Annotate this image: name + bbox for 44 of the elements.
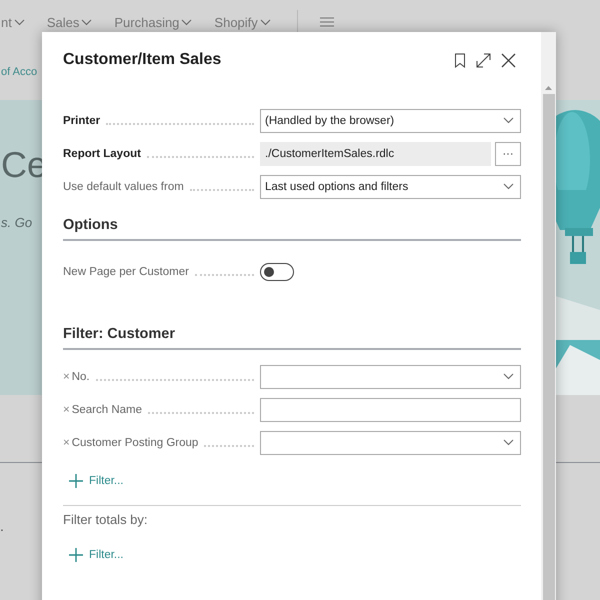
add-filter-link[interactable]: Filter...	[63, 541, 124, 569]
section-heading: Filter: Customer	[63, 326, 521, 350]
field-label: Report Layout	[63, 148, 141, 160]
page-text: .	[0, 518, 4, 534]
field-label: New Page per Customer	[63, 266, 189, 278]
field-label: Use default values from	[63, 180, 184, 192]
nav-menu-item[interactable]: Shopify	[214, 14, 271, 30]
menu-icon[interactable]	[320, 17, 334, 27]
nav-menu-item[interactable]: nt	[1, 14, 25, 30]
field-label: No.	[72, 370, 90, 382]
dropdown-field[interactable]: Last used options and filters	[260, 174, 521, 198]
chevron-down-icon	[260, 18, 271, 26]
plus-icon	[69, 548, 83, 562]
chevron-down-icon	[81, 18, 92, 26]
chevron-down-icon	[503, 373, 514, 380]
field-label: Customer Posting Group	[72, 436, 198, 448]
nav-menu-item[interactable]: Purchasing	[114, 14, 192, 30]
scroll-up-icon[interactable]	[545, 86, 552, 90]
nav-menu-item[interactable]: Sales	[46, 14, 92, 30]
more-button[interactable]: ···	[495, 142, 521, 166]
dialog-title: Customer/Item Sales	[63, 51, 222, 69]
remove-filter-button[interactable]: ×	[63, 404, 72, 416]
add-filter-link[interactable]: Filter...	[63, 467, 124, 495]
remove-filter-button[interactable]: ×	[63, 436, 72, 448]
section-heading: Options	[63, 217, 521, 241]
readonly-field: ./CustomerItemSales.rdlc	[260, 142, 491, 166]
hero-text: s. Go	[1, 215, 32, 230]
chevron-down-icon	[503, 183, 514, 190]
toggle-switch[interactable]	[260, 262, 294, 280]
chevron-down-icon	[14, 18, 25, 26]
field-label: Search Name	[72, 404, 142, 416]
plus-icon	[69, 474, 83, 488]
section-label: Filter totals by:	[63, 512, 149, 527]
chevron-down-icon	[181, 18, 192, 26]
dropdown-field[interactable]	[260, 430, 521, 454]
input-field[interactable]	[260, 398, 521, 422]
scrollbar[interactable]	[541, 32, 556, 600]
field-label: Printer	[63, 114, 100, 126]
remove-filter-button[interactable]: ×	[63, 370, 72, 382]
chevron-down-icon	[503, 117, 514, 124]
chevron-down-icon	[503, 439, 514, 446]
dropdown-field[interactable]: (Handled by the browser)	[260, 108, 521, 132]
dropdown-field[interactable]	[260, 364, 521, 388]
nav-link[interactable]: of Acco	[0, 44, 38, 100]
